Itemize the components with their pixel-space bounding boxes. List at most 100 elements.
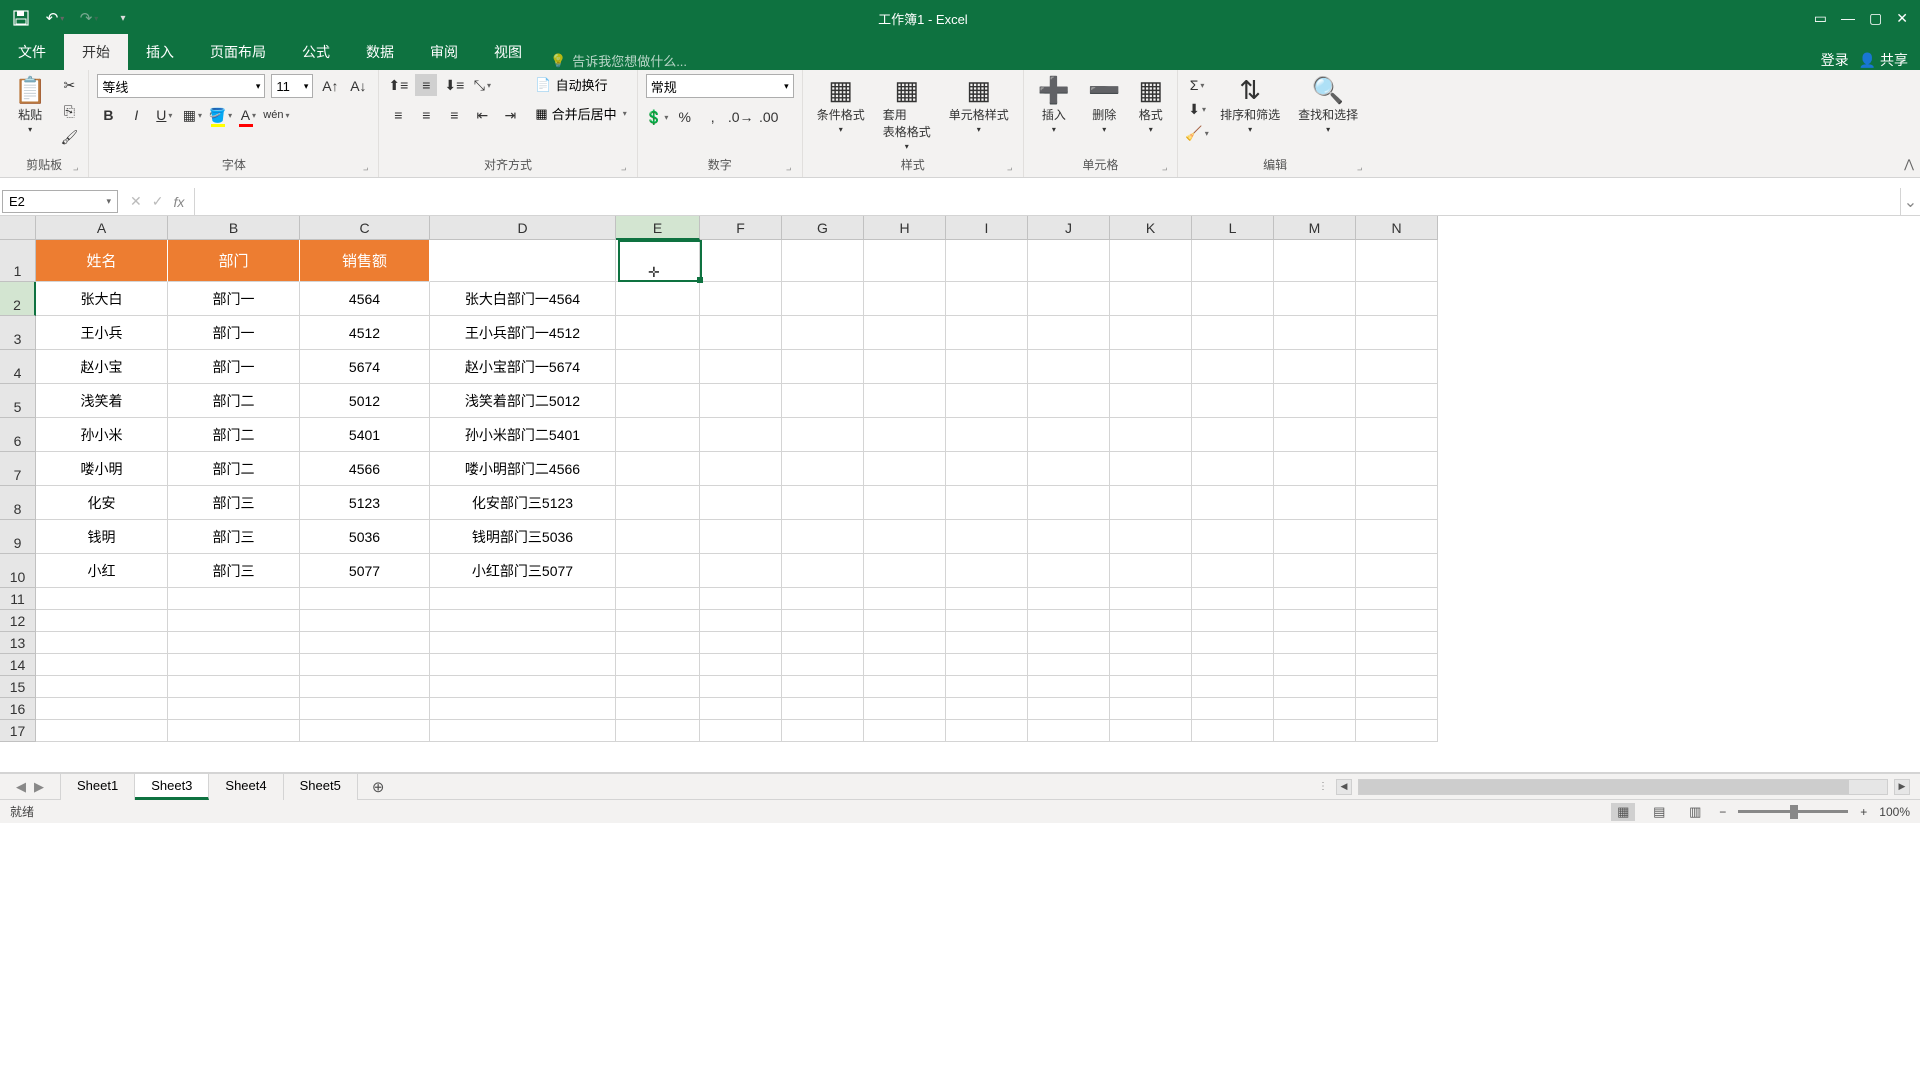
cell-F12[interactable] <box>700 610 782 632</box>
cell-F2[interactable] <box>700 282 782 316</box>
cell-K2[interactable] <box>1110 282 1192 316</box>
zoom-level[interactable]: 100% <box>1879 805 1910 819</box>
cell-E12[interactable] <box>616 610 700 632</box>
cell-J1[interactable] <box>1028 240 1110 282</box>
cell-L13[interactable] <box>1192 632 1274 654</box>
tab-file[interactable]: 文件 <box>0 34 64 70</box>
cell-B13[interactable] <box>168 632 300 654</box>
cell-F17[interactable] <box>700 720 782 742</box>
cell-F13[interactable] <box>700 632 782 654</box>
cell-F3[interactable] <box>700 316 782 350</box>
cell-L6[interactable] <box>1192 418 1274 452</box>
cell-B10[interactable]: 部门三 <box>168 554 300 588</box>
clear-button[interactable]: 🧹 <box>1186 122 1208 144</box>
cell-G1[interactable] <box>782 240 864 282</box>
tab-home[interactable]: 开始 <box>64 34 128 70</box>
row-header-4[interactable]: 4 <box>0 350 36 384</box>
cell-E11[interactable] <box>616 588 700 610</box>
cell-A14[interactable] <box>36 654 168 676</box>
row-header-5[interactable]: 5 <box>0 384 36 418</box>
cell-H10[interactable] <box>864 554 946 588</box>
cell-A7[interactable]: 喽小明 <box>36 452 168 486</box>
cell-C4[interactable]: 5674 <box>300 350 430 384</box>
copy-button[interactable]: ⎘ <box>58 100 80 122</box>
cell-M17[interactable] <box>1274 720 1356 742</box>
cell-B17[interactable] <box>168 720 300 742</box>
cell-E15[interactable] <box>616 676 700 698</box>
cell-A16[interactable] <box>36 698 168 720</box>
cell-K14[interactable] <box>1110 654 1192 676</box>
indent-increase-button[interactable]: ⇥ <box>499 104 521 126</box>
cell-F5[interactable] <box>700 384 782 418</box>
align-left-button[interactable]: ≡ <box>387 104 409 126</box>
cell-M13[interactable] <box>1274 632 1356 654</box>
col-header-A[interactable]: A <box>36 216 168 240</box>
align-middle-button[interactable]: ≡ <box>415 74 437 96</box>
cell-M8[interactable] <box>1274 486 1356 520</box>
cell-J17[interactable] <box>1028 720 1110 742</box>
col-header-E[interactable]: E <box>616 216 700 240</box>
fill-button[interactable]: ⬇ <box>1186 98 1208 120</box>
cell-D17[interactable] <box>430 720 616 742</box>
cell-B9[interactable]: 部门三 <box>168 520 300 554</box>
cell-B14[interactable] <box>168 654 300 676</box>
cell-I6[interactable] <box>946 418 1028 452</box>
cell-K1[interactable] <box>1110 240 1192 282</box>
cell-H9[interactable] <box>864 520 946 554</box>
borders-button[interactable]: ▦ <box>181 104 203 126</box>
col-header-G[interactable]: G <box>782 216 864 240</box>
cell-M3[interactable] <box>1274 316 1356 350</box>
hscroll-right[interactable]: ▶ <box>1894 779 1910 795</box>
cell-D7[interactable]: 喽小明部门二4566 <box>430 452 616 486</box>
cell-E14[interactable] <box>616 654 700 676</box>
cell-K9[interactable] <box>1110 520 1192 554</box>
fx-icon[interactable]: fx <box>173 194 184 210</box>
cell-C2[interactable]: 4564 <box>300 282 430 316</box>
cell-G15[interactable] <box>782 676 864 698</box>
cell-K15[interactable] <box>1110 676 1192 698</box>
row-header-16[interactable]: 16 <box>0 698 36 720</box>
minimize-icon[interactable]: — <box>1841 10 1855 27</box>
cell-L15[interactable] <box>1192 676 1274 698</box>
cell-N4[interactable] <box>1356 350 1438 384</box>
cell-G10[interactable] <box>782 554 864 588</box>
cell-I14[interactable] <box>946 654 1028 676</box>
cell-K16[interactable] <box>1110 698 1192 720</box>
cell-A11[interactable] <box>36 588 168 610</box>
tab-insert[interactable]: 插入 <box>128 34 192 70</box>
cell-N3[interactable] <box>1356 316 1438 350</box>
cell-F4[interactable] <box>700 350 782 384</box>
row-header-17[interactable]: 17 <box>0 720 36 742</box>
scroll-resize-icon[interactable]: ⋮ <box>1318 781 1330 792</box>
cell-N13[interactable] <box>1356 632 1438 654</box>
cell-L12[interactable] <box>1192 610 1274 632</box>
cell-L16[interactable] <box>1192 698 1274 720</box>
cell-G6[interactable] <box>782 418 864 452</box>
cell-I13[interactable] <box>946 632 1028 654</box>
font-size-combo[interactable]: 11▾ <box>271 74 313 98</box>
cell-C14[interactable] <box>300 654 430 676</box>
italic-button[interactable]: I <box>125 104 147 126</box>
cell-D11[interactable] <box>430 588 616 610</box>
expand-formula-icon[interactable]: ⌄ <box>1900 188 1920 215</box>
sheet-tab-Sheet3[interactable]: Sheet3 <box>135 774 209 800</box>
sheet-tab-Sheet5[interactable]: Sheet5 <box>284 774 358 800</box>
cell-E7[interactable] <box>616 452 700 486</box>
sheet-tab-Sheet4[interactable]: Sheet4 <box>209 774 283 800</box>
cell-D5[interactable]: 浅笑着部门二5012 <box>430 384 616 418</box>
cell-E5[interactable] <box>616 384 700 418</box>
cell-B8[interactable]: 部门三 <box>168 486 300 520</box>
col-header-I[interactable]: I <box>946 216 1028 240</box>
cell-L9[interactable] <box>1192 520 1274 554</box>
cell-C3[interactable]: 4512 <box>300 316 430 350</box>
cell-C11[interactable] <box>300 588 430 610</box>
decrease-font-button[interactable]: A↓ <box>347 75 369 97</box>
new-sheet-button[interactable]: ⊕ <box>358 778 399 796</box>
cell-I3[interactable] <box>946 316 1028 350</box>
font-combo[interactable]: 等线▾ <box>97 74 265 98</box>
cell-N2[interactable] <box>1356 282 1438 316</box>
cell-M5[interactable] <box>1274 384 1356 418</box>
cell-F15[interactable] <box>700 676 782 698</box>
cell-L1[interactable] <box>1192 240 1274 282</box>
cell-I10[interactable] <box>946 554 1028 588</box>
